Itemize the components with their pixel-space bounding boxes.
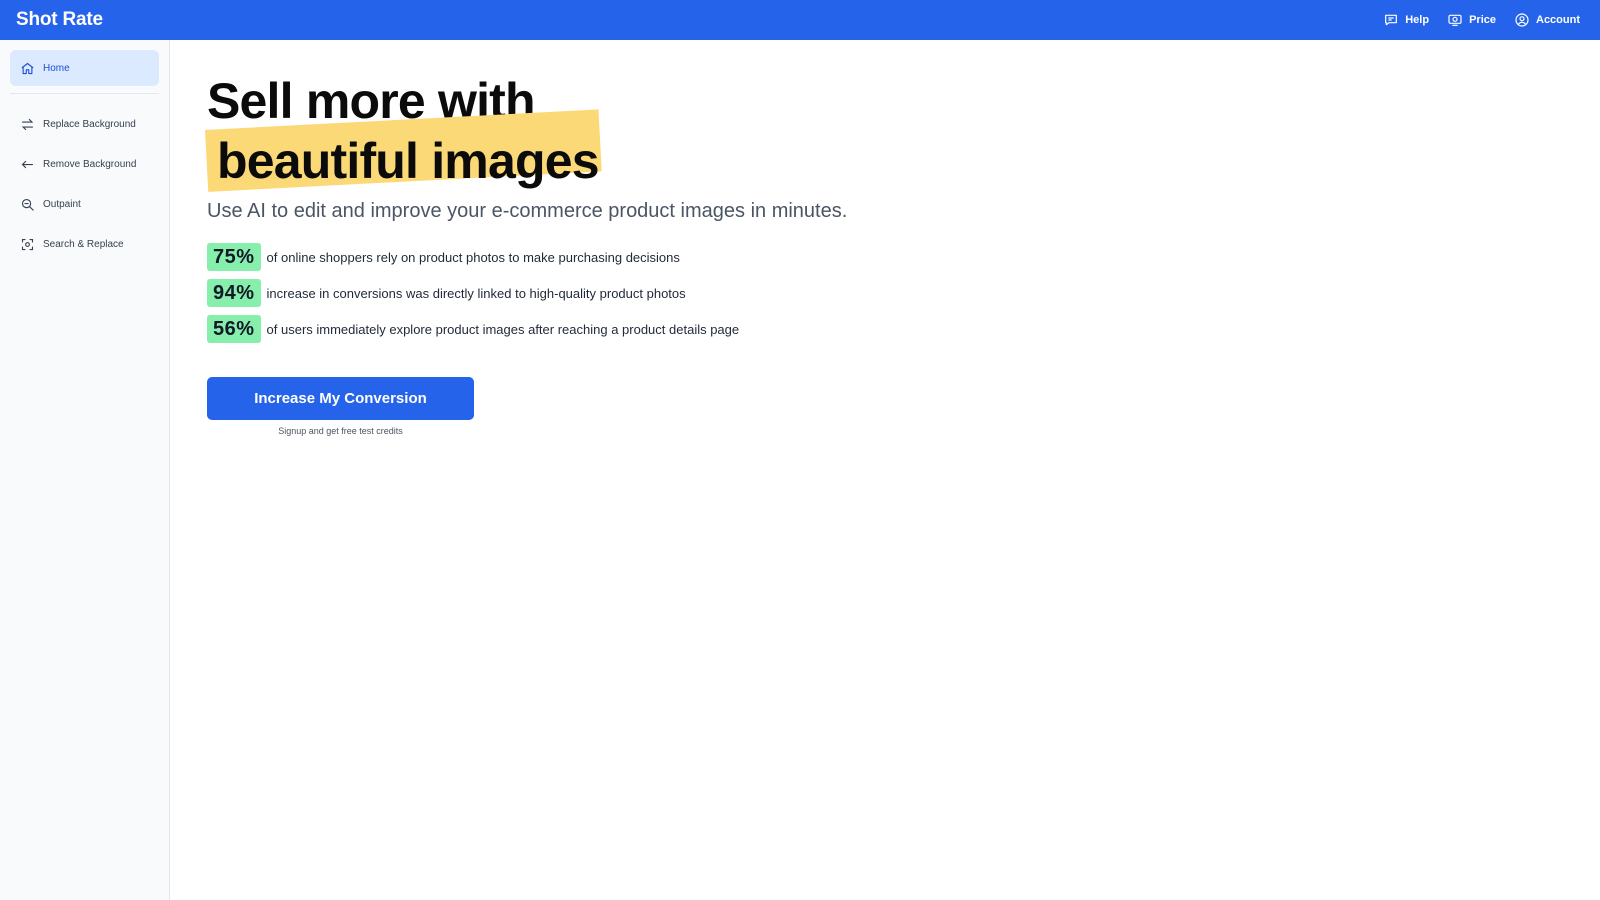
main-content: Sell more with beautiful images Use AI t… [205,40,1600,900]
price-tag-icon [1448,14,1462,26]
sidebar-item-label: Replace Background [43,118,136,130]
user-circle-icon [1515,13,1529,27]
sidebar-item-outpaint[interactable]: Outpaint [10,186,159,222]
stat-item: 56% of users immediately explore product… [207,311,1600,347]
page-subtitle: Use AI to edit and improve your e-commer… [207,200,848,222]
sidebar-item-label: Remove Background [43,158,137,170]
price-link[interactable]: Price [1447,12,1496,28]
sidebar-item-home[interactable]: Home [10,50,159,86]
help-label: Help [1405,14,1430,26]
stat-value: 56% [207,315,261,343]
stat-value: 75% [207,243,261,271]
sidebar-item-replace-background[interactable]: Replace Background [10,106,159,142]
price-label: Price [1469,14,1496,26]
headline-line-2: beautiful images [217,133,600,189]
sidebar-divider [10,93,159,94]
sidebar-item-label: Search & Replace [43,238,124,250]
stat-text: of users immediately explore product ima… [266,321,740,337]
sidebar: Home Replace Background Remove Backgroun… [0,40,170,900]
stat-item: 94% increase in conversions was directly… [207,275,1600,311]
arrow-left-icon [21,160,34,168]
top-bar: Shot Rate Help Price Account [0,0,1600,40]
increase-conversion-button[interactable]: Increase My Conversion [207,377,474,420]
focus-scan-icon [21,238,34,250]
sidebar-item-label: Home [43,62,70,74]
sidebar-item-label: Outpaint [43,198,81,210]
page-title: Sell more with beautiful images [205,74,1600,192]
stats-list: 75% of online shoppers rely on product p… [207,239,1600,347]
account-link[interactable]: Account [1514,12,1580,28]
help-link[interactable]: Help [1383,12,1429,28]
headline-highlight: beautiful images [205,109,602,192]
brand-logo[interactable]: Shot Rate [16,9,103,31]
cta-note: Signup and get free test credits [278,426,403,436]
swap-arrows-icon [21,118,34,130]
home-icon [21,62,34,74]
account-label: Account [1536,14,1580,26]
sidebar-item-search-replace[interactable]: Search & Replace [10,226,159,262]
chat-bubble-icon [1385,14,1398,26]
stat-item: 75% of online shoppers rely on product p… [207,239,1600,275]
magnify-icon [21,198,34,211]
sidebar-item-remove-background[interactable]: Remove Background [10,146,159,182]
stat-value: 94% [207,279,261,307]
stat-text: of online shoppers rely on product photo… [266,249,680,265]
stat-text: increase in conversions was directly lin… [266,285,686,301]
top-nav: Help Price Account [1383,12,1580,28]
